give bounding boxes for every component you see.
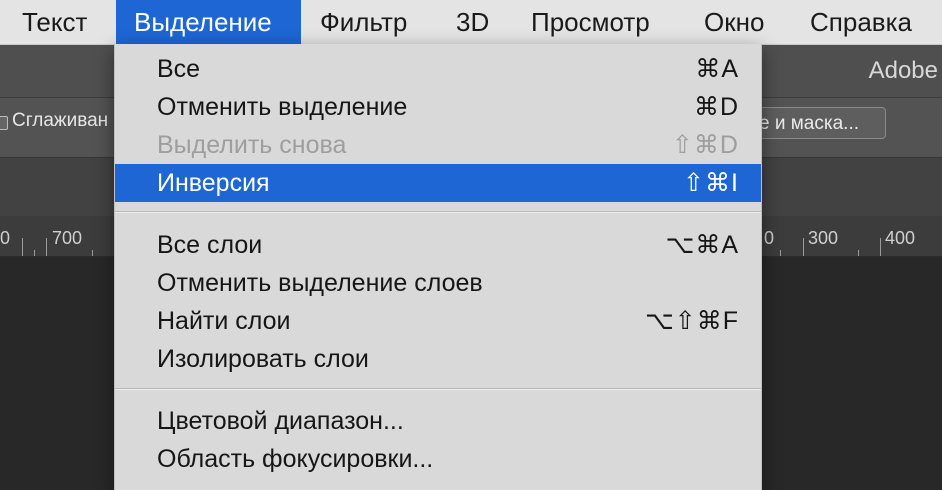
- ruler-tick: [34, 250, 35, 256]
- menu-item-isolate-layers[interactable]: Изолировать слои: [115, 340, 761, 378]
- ruler-label: 400: [885, 228, 916, 248]
- menu-separator: [115, 388, 761, 390]
- menubar: Текст Выделение Фильтр 3D Просмотр Окно …: [0, 0, 942, 45]
- menu-item-label: Выделить снова: [157, 131, 347, 159]
- menu-item-shortcut: ⌥⇧⌘F: [644, 307, 739, 335]
- ruler-tick: [858, 250, 859, 256]
- menu-item-shortcut: ⌥⌘A: [665, 231, 739, 259]
- menu-item-focus-area[interactable]: Область фокусировки...: [115, 440, 761, 478]
- menu-item-reselect: Выделить снова ⇧⌘D: [115, 126, 761, 164]
- ruler-tick: [780, 250, 781, 256]
- menu-item-shortcut: ⌘A: [695, 55, 739, 83]
- ruler-tick: [22, 238, 23, 256]
- menu-window[interactable]: Окно: [704, 0, 764, 44]
- menu-item-label: Отменить выделение: [157, 93, 408, 121]
- menu-text[interactable]: Текст: [22, 0, 87, 44]
- menu-item-inverse[interactable]: Инверсия ⇧⌘I: [115, 164, 761, 202]
- ruler-label: 300: [808, 228, 839, 248]
- menu-item-label: Все слои: [157, 231, 263, 259]
- menu-item-color-range[interactable]: Цветовой диапазон...: [115, 402, 761, 440]
- menu-item-shortcut: ⇧⌘I: [683, 169, 739, 197]
- menu-item-label: Все: [157, 55, 201, 83]
- menu-separator: [115, 211, 761, 213]
- menu-view[interactable]: Просмотр: [531, 0, 650, 44]
- menu-item-shortcut: ⌘D: [693, 93, 739, 121]
- menu-item-label: Цветовой диапазон...: [157, 407, 404, 435]
- ruler-tick: [92, 250, 93, 256]
- menu-item-find-layers[interactable]: Найти слои ⌥⇧⌘F: [115, 302, 761, 340]
- ruler-tick: [46, 238, 47, 256]
- menu-item-label: Изолировать слои: [157, 345, 369, 373]
- ruler-tick: [803, 238, 804, 256]
- menu-item-label: Найти слои: [157, 307, 291, 335]
- menu-item-label: Отменить выделение слоев: [157, 269, 483, 297]
- menu-filter[interactable]: Фильтр: [320, 0, 407, 44]
- ruler-label: 0: [764, 228, 775, 248]
- menu-item-select-all[interactable]: Все ⌘A: [115, 50, 761, 88]
- menu-item-deselect[interactable]: Отменить выделение ⌘D: [115, 88, 761, 126]
- menu-item-label: Инверсия: [157, 169, 270, 197]
- menu-item-shortcut: ⇧⌘D: [671, 131, 739, 159]
- selection-menu-dropdown: Все ⌘A Отменить выделение ⌘D Выделить сн…: [114, 44, 762, 490]
- menu-item-deselect-layers[interactable]: Отменить выделение слоев: [115, 264, 761, 302]
- ruler-tick: [880, 238, 881, 256]
- menu-help[interactable]: Справка: [810, 0, 912, 44]
- ruler-label: 700: [52, 228, 83, 248]
- menu-item-all-layers[interactable]: Все слои ⌥⌘A: [115, 226, 761, 264]
- smoothing-label: Сглаживан: [12, 110, 109, 131]
- smoothing-checkbox[interactable]: [0, 116, 8, 130]
- menu-3d[interactable]: 3D: [456, 0, 489, 44]
- app-title: Adobe: [868, 57, 938, 84]
- menu-item-label: Область фокусировки...: [157, 445, 434, 473]
- menu-selection[interactable]: Выделение: [116, 0, 301, 44]
- ruler-label: 0: [0, 228, 11, 248]
